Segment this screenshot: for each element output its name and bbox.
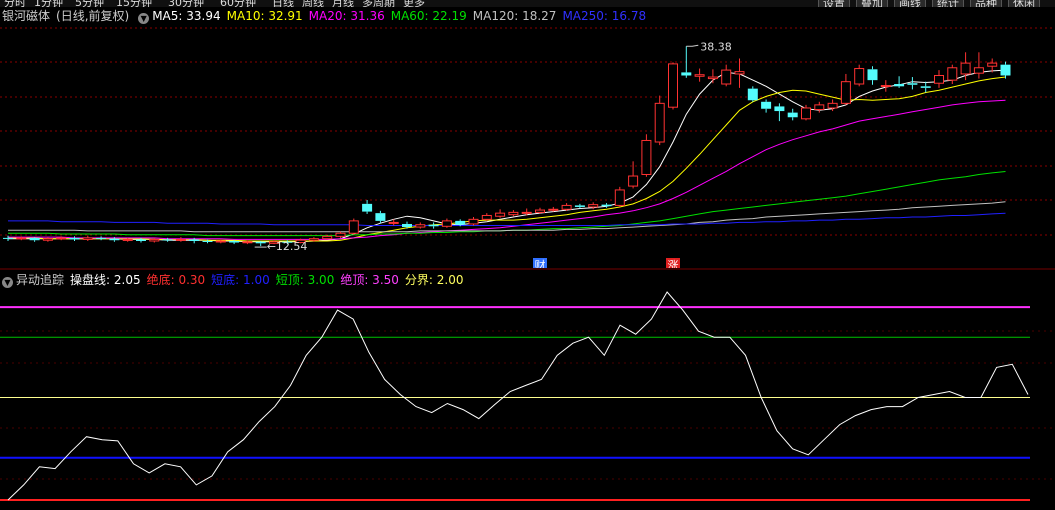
indicator-chart xyxy=(0,291,1055,501)
indicator-line xyxy=(7,291,1029,501)
